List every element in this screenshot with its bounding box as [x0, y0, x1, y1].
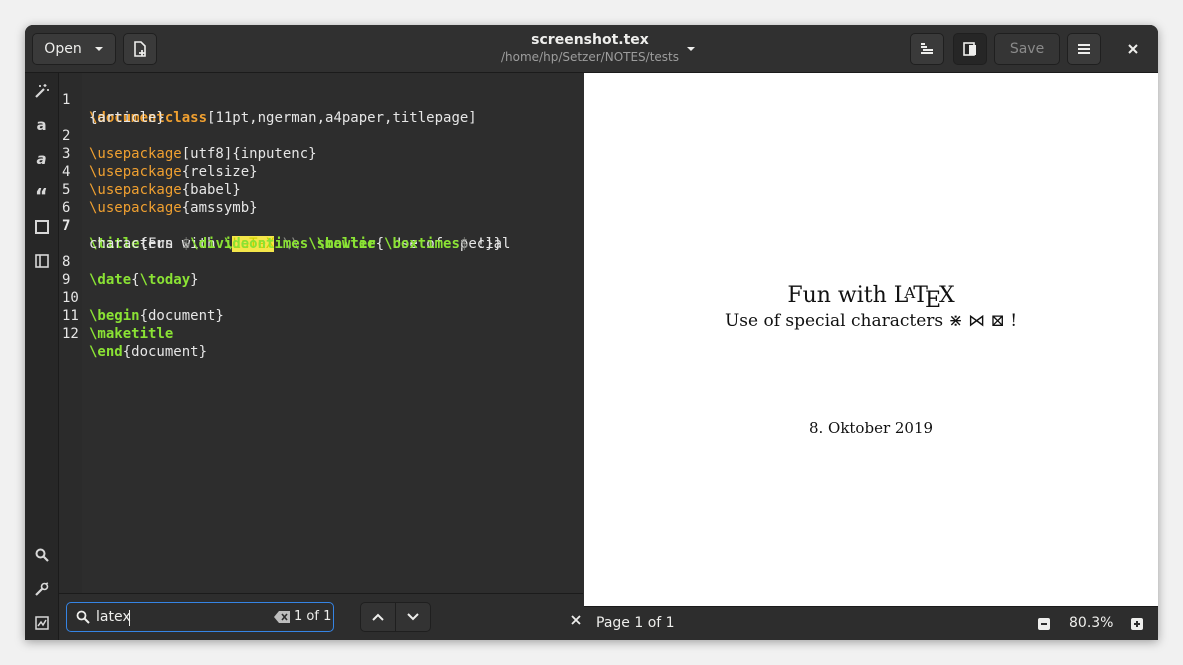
find-button[interactable] — [25, 543, 58, 567]
code-line: 4 \usepackage{babel} — [59, 145, 241, 198]
token: \end — [89, 344, 123, 360]
preview-title-text: Fun with — [787, 283, 894, 308]
wizard-button[interactable] — [25, 79, 58, 103]
save-button[interactable]: Save — [994, 33, 1060, 65]
token: {babel} — [181, 182, 241, 198]
search-input[interactable]: latex 1 of 1 — [66, 602, 334, 632]
close-search-button[interactable] — [571, 610, 585, 625]
code-line-current: 7 \title{Fun with \LaTeX \\ \smaller{ Us… — [59, 199, 510, 252]
latex-logo-A: A — [904, 284, 916, 302]
token: \bowtie — [308, 236, 376, 252]
zoom-out-button[interactable] — [1038, 618, 1052, 632]
pdf-preview[interactable]: Fun with LATEX Use of special characters… — [584, 73, 1158, 606]
code-line: 5 \usepackage{amssymb} — [59, 163, 258, 216]
preview-subtitle: Use of special characters ⋇ ⋈ ⊠ ! — [724, 311, 1018, 331]
save-label: Save — [1009, 41, 1045, 57]
preview-toggle-button[interactable] — [953, 33, 987, 65]
environment-button[interactable] — [25, 215, 58, 239]
search-query: latex — [96, 609, 131, 625]
app-window: Open screenshot.tex /home/hp/Setzer/NOTE… — [25, 25, 1158, 640]
token: { — [131, 272, 140, 288]
close-icon — [1128, 44, 1138, 54]
preview-title: Fun with LATEX — [584, 283, 1158, 313]
token: !}} — [468, 236, 503, 252]
build-log-button[interactable] — [910, 33, 944, 65]
new-document-icon — [134, 41, 146, 57]
chevron-down-icon — [407, 613, 419, 621]
bold-text-button[interactable]: a — [25, 113, 58, 137]
sidebar-toolbar: a a “ — [25, 73, 59, 640]
preview-date: 8. Oktober 2019 — [808, 419, 934, 437]
plus-icon — [1131, 618, 1143, 630]
clear-search-icon[interactable] — [274, 611, 290, 623]
token: {document} — [122, 344, 208, 360]
token: {amssymb} — [181, 200, 258, 216]
code-line: 3 \usepackage{relsize} — [59, 127, 258, 180]
token: \today — [139, 272, 191, 288]
magic-wand-icon — [34, 84, 49, 98]
search-bar: latex 1 of 1 — [59, 593, 583, 640]
latex-logo-X: X — [939, 283, 955, 308]
preview-status-bar: Page 1 of 1 80.3% — [584, 606, 1158, 640]
header-bar: Open screenshot.tex /home/hp/Setzer/NOTE… — [25, 25, 1158, 73]
italic-text-button[interactable]: a — [25, 147, 58, 171]
token: \boxtimes — [375, 236, 460, 252]
chevron-down-icon — [94, 47, 103, 51]
search-icon — [35, 548, 49, 562]
code-line-wrap: characters $\divideontimes \bowtie \boxt… — [59, 217, 502, 252]
main-menu-button[interactable] — [1067, 33, 1101, 65]
code-line: 1 \documentclass[11pt,ngerman,a4paper,ti… — [59, 73, 477, 126]
token: } — [190, 272, 199, 288]
spellcheck-button[interactable] — [25, 577, 58, 601]
chevron-down-icon — [687, 47, 695, 51]
open-button[interactable]: Open — [32, 33, 116, 65]
open-label: Open — [44, 41, 82, 57]
sidebar-panel-icon — [34, 254, 49, 268]
close-icon — [571, 615, 581, 625]
code-line: 10 \begin{document} — [59, 271, 224, 324]
minus-icon — [1038, 618, 1050, 630]
code-line-wrap: {article} — [59, 91, 165, 126]
sidebar-toggle-button[interactable] — [25, 249, 58, 273]
zoom-level[interactable]: 80.3% — [1069, 615, 1113, 631]
bold-icon: a — [36, 116, 47, 134]
document-stats-button[interactable] — [25, 611, 58, 635]
italic-icon: a — [36, 150, 47, 168]
token: {relsize} — [181, 164, 258, 180]
search-match-count: 1 of 1 — [294, 609, 332, 624]
next-match-button[interactable] — [395, 602, 431, 632]
line-number: 12 — [62, 326, 79, 342]
chevron-up-icon — [372, 613, 384, 621]
latex-logo: LATEX — [894, 283, 955, 313]
chart-icon — [34, 616, 49, 630]
previous-match-button[interactable] — [360, 602, 396, 632]
tools-icon — [35, 581, 49, 596]
text-cursor — [129, 610, 130, 626]
build-log-icon — [921, 43, 933, 54]
document-menu-button[interactable] — [677, 33, 705, 65]
hamburger-menu-icon — [1078, 44, 1090, 54]
token: [utf8]{inputenc} — [181, 146, 317, 162]
code-line: 6 — [59, 181, 110, 216]
zoom-in-button[interactable] — [1131, 618, 1145, 632]
square-icon — [34, 220, 49, 234]
preview-icon — [963, 42, 976, 56]
quote-icon: “ — [34, 184, 49, 208]
quotes-button[interactable]: “ — [25, 181, 58, 208]
code-line: 11 \maketitle — [59, 289, 173, 342]
page-indicator: Page 1 of 1 — [596, 615, 675, 631]
code-line: 8 \date{\today} — [59, 235, 199, 288]
new-document-button[interactable] — [123, 33, 157, 65]
close-window-button[interactable] — [1117, 33, 1149, 65]
code-line: 12 \end{document} — [59, 307, 207, 360]
token: $ — [181, 236, 191, 252]
token: [11pt,ngerman,a4paper,titlepage] — [207, 110, 477, 126]
search-icon — [76, 610, 90, 624]
token: \divideontimes — [190, 236, 309, 252]
latex-logo-E: E — [924, 288, 941, 313]
token: {document} — [139, 308, 224, 324]
code-line: 2 \usepackage[utf8]{inputenc} — [59, 109, 317, 162]
code-line: 9 — [59, 253, 110, 288]
source-editor[interactable]: 1 \documentclass[11pt,ngerman,a4paper,ti… — [59, 73, 583, 593]
